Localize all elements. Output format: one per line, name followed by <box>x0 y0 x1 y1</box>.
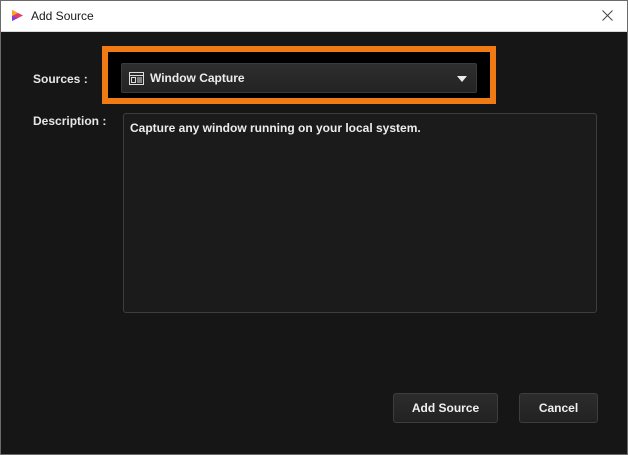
chevron-down-icon <box>457 76 467 82</box>
title-bar: Add Source <box>1 1 627 32</box>
add-source-button[interactable]: Add Source <box>393 393 498 423</box>
close-icon <box>601 8 613 26</box>
sources-dropdown[interactable]: Window Capture <box>121 63 477 93</box>
app-logo-icon <box>11 9 24 22</box>
window-title: Add Source <box>31 9 94 23</box>
sources-dropdown-value: Window Capture <box>150 71 245 85</box>
description-text: Capture any window running on your local… <box>130 121 421 135</box>
close-button[interactable] <box>587 1 627 32</box>
cancel-button[interactable]: Cancel <box>519 393 598 423</box>
add-source-dialog: Add Source Sources : Window Capture Desc… <box>0 0 628 455</box>
sources-label: Sources : <box>33 72 88 86</box>
description-box: Capture any window running on your local… <box>123 113 597 313</box>
description-label: Description : <box>33 114 107 128</box>
dialog-content: Sources : Window Capture Description : C… <box>1 32 627 454</box>
window-capture-icon <box>129 72 144 90</box>
